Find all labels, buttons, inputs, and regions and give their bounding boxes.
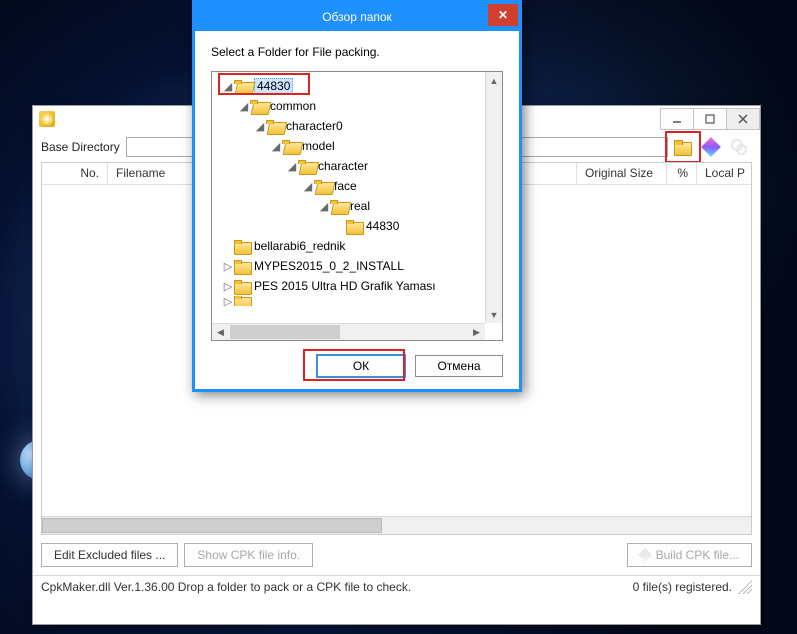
folder-icon [314, 180, 330, 193]
build-cpk-button: Build CPK file... [627, 543, 752, 567]
build-cpk-label: Build CPK file... [656, 548, 739, 562]
status-bar: CpkMaker.dll Ver.1.36.00 Drop a folder t… [33, 575, 760, 597]
col-local-path[interactable]: Local P [697, 163, 751, 184]
tree-node[interactable]: ◢ 44830 [214, 76, 483, 96]
maximize-button[interactable] [693, 108, 727, 130]
folder-tree: ◢ 44830 ◢ common ◢ character0 ◢ model ◢ character… [211, 71, 503, 341]
scroll-left-icon[interactable]: ◀ [212, 327, 229, 338]
scroll-thumb[interactable] [42, 518, 382, 533]
tree-node[interactable]: ◢ real [214, 196, 483, 216]
expand-icon[interactable]: ▷ [222, 280, 234, 293]
folder-icon [234, 296, 250, 306]
tree-node[interactable]: ◢ character0 [214, 116, 483, 136]
folder-open-icon [674, 140, 692, 154]
folder-icon [234, 260, 250, 273]
expand-icon[interactable]: ▷ [222, 296, 234, 306]
resize-grip[interactable] [738, 580, 752, 594]
status-right: 0 file(s) registered. [633, 580, 732, 594]
tree-node[interactable]: 44830 [214, 216, 483, 236]
tree-h-scrollbar[interactable]: ◀ ▶ [212, 323, 485, 340]
ok-button[interactable]: ОК [317, 355, 405, 377]
h-scroll-thumb[interactable] [230, 325, 340, 339]
tree-node-label: common [270, 99, 316, 113]
tree-node[interactable]: ▷ [214, 296, 483, 306]
col-no[interactable]: No. [42, 163, 108, 184]
gears-icon [731, 139, 747, 155]
collapse-icon[interactable]: ◢ [286, 160, 298, 173]
tree-node[interactable]: ▷ PES 2015 Ultra HD Grafik Yaması [214, 276, 483, 296]
collapse-icon[interactable]: ◢ [318, 200, 330, 213]
folder-icon [234, 80, 250, 93]
tree-node-label: bellarabi6_rednik [254, 239, 345, 253]
folder-icon [234, 280, 250, 293]
status-left: CpkMaker.dll Ver.1.36.00 Drop a folder t… [41, 580, 411, 594]
tree-node[interactable]: ▷ MYPES2015_0_2_INSTALL [214, 256, 483, 276]
collapse-icon[interactable]: ◢ [222, 80, 234, 93]
tree-node-label: face [334, 179, 357, 193]
build-icon-button[interactable] [698, 135, 724, 159]
button-row: Edit Excluded files ... Show CPK file in… [33, 535, 760, 575]
folder-icon [266, 120, 282, 133]
collapse-icon[interactable]: ◢ [238, 100, 250, 113]
app-icon [39, 111, 55, 127]
tree-node[interactable]: ◢ common [214, 96, 483, 116]
col-percent[interactable]: % [667, 163, 697, 184]
tree-node-label: 44830 [366, 219, 399, 233]
folder-icon [250, 100, 266, 113]
tree-node-label: character0 [286, 119, 343, 133]
tree-node-label: 44830 [254, 78, 293, 94]
col-filename[interactable]: Filename [108, 163, 198, 184]
dialog-titlebar[interactable]: Обзор папок ✕ [195, 3, 519, 31]
collapse-icon[interactable]: ◢ [302, 180, 314, 193]
tree-node-label: real [350, 199, 370, 213]
folder-icon [330, 200, 346, 213]
folder-icon [346, 220, 362, 233]
cancel-button[interactable]: Отмена [415, 355, 503, 377]
tree-node[interactable]: ◢ model [214, 136, 483, 156]
collapse-icon[interactable]: ◢ [270, 140, 282, 153]
scroll-right-icon[interactable]: ▶ [468, 327, 485, 338]
minimize-button[interactable] [660, 108, 694, 130]
folder-icon [234, 240, 250, 253]
tree-node[interactable]: ◢ character [214, 156, 483, 176]
tree-node-label: character [318, 159, 368, 173]
folder-icon [282, 140, 298, 153]
tree-node[interactable]: bellarabi6_rednik [214, 236, 483, 256]
folder-browse-dialog: Обзор папок ✕ Select a Folder for File p… [192, 0, 522, 392]
scroll-up-icon[interactable]: ▲ [486, 72, 502, 89]
h-scrollbar[interactable] [42, 516, 751, 534]
dialog-close-button[interactable]: ✕ [488, 4, 518, 26]
diamond-icon [701, 137, 721, 157]
dialog-message: Select a Folder for File packing. [211, 45, 503, 59]
close-button[interactable] [726, 108, 760, 130]
tree-node[interactable]: ◢ face [214, 176, 483, 196]
col-original-size[interactable]: Original Size [577, 163, 667, 184]
expand-icon[interactable]: ▷ [222, 260, 234, 273]
browse-folder-button[interactable] [670, 135, 696, 159]
show-cpk-info-button: Show CPK file info. [184, 543, 313, 567]
tree-node-label: MYPES2015_0_2_INSTALL [254, 259, 404, 273]
tree-view[interactable]: ◢ 44830 ◢ common ◢ character0 ◢ model ◢ character… [212, 72, 485, 323]
dialog-title: Обзор папок [322, 10, 392, 24]
settings-button[interactable] [726, 135, 752, 159]
folder-icon [298, 160, 314, 173]
tree-v-scrollbar[interactable]: ▲ ▼ [485, 72, 502, 323]
base-dir-label: Base Directory [41, 140, 120, 154]
tree-node-label: PES 2015 Ultra HD Grafik Yaması [254, 279, 436, 293]
scroll-down-icon[interactable]: ▼ [486, 306, 502, 323]
edit-excluded-button[interactable]: Edit Excluded files ... [41, 543, 178, 567]
collapse-icon[interactable]: ◢ [254, 120, 266, 133]
diamond-icon [638, 548, 652, 562]
tree-node-label: model [302, 139, 335, 153]
